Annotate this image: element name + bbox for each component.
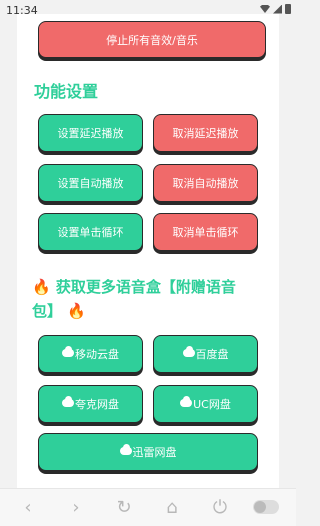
content-card: 停止所有音效/音乐 功能设置 设置延迟播放 取消延迟播放 设置自动播放 取消自动… xyxy=(17,14,279,488)
more-voice-title-line1: 获取更多语音盒【附赠语音 xyxy=(55,278,236,296)
more-voice-title: 🔥 获取更多语音盒【附赠语音 包】 🔥 xyxy=(32,275,272,323)
cloud-icon xyxy=(62,346,74,357)
home-icon[interactable]: ⌂ xyxy=(161,497,183,519)
xunlei-button[interactable]: 迅雷网盘 xyxy=(38,433,258,471)
set-delay-button[interactable]: 设置延迟播放 xyxy=(38,114,143,152)
quark-button[interactable]: 夸克网盘 xyxy=(38,385,143,423)
signal-icon xyxy=(273,4,282,14)
more-voice-title-line2: 包】 xyxy=(32,302,63,320)
stop-all-button[interactable]: 停止所有音效/音乐 xyxy=(38,21,266,58)
cancel-auto-button[interactable]: 取消自动播放 xyxy=(153,164,258,202)
refresh-icon[interactable]: ↻ xyxy=(113,497,135,519)
cloud-icon xyxy=(182,346,195,357)
fire-icon: 🔥 xyxy=(67,302,86,320)
cloud-icon xyxy=(62,396,74,407)
cancel-loop-button[interactable]: 取消单击循环 xyxy=(153,213,258,251)
status-icons xyxy=(260,4,291,14)
cloud-icon xyxy=(180,396,193,407)
uc-label: UC网盘 xyxy=(193,398,231,411)
baidu-label: 百度盘 xyxy=(195,348,229,361)
fire-icon: 🔥 xyxy=(32,278,51,296)
mobile-cloud-button[interactable]: 移动云盘 xyxy=(38,335,143,373)
battery-icon xyxy=(285,4,291,14)
xunlei-label: 迅雷网盘 xyxy=(132,446,177,459)
wifi-icon xyxy=(260,5,270,13)
set-loop-button[interactable]: 设置单击循环 xyxy=(38,213,143,251)
forward-icon[interactable]: › xyxy=(65,497,87,519)
quark-label: 夸克网盘 xyxy=(75,398,119,411)
mobile-cloud-label: 移动云盘 xyxy=(75,348,119,361)
settings-title: 功能设置 xyxy=(34,82,99,101)
baidu-button[interactable]: 百度盘 xyxy=(153,335,258,373)
mode-toggle[interactable] xyxy=(253,500,279,514)
back-icon[interactable]: ‹ xyxy=(17,497,39,519)
cloud-icon xyxy=(119,444,132,455)
browser-bottom-nav: ‹ › ↻ ⌂ ⏻ xyxy=(0,488,296,526)
cancel-delay-button[interactable]: 取消延迟播放 xyxy=(153,114,258,152)
power-icon[interactable]: ⏻ xyxy=(209,497,231,519)
set-auto-button[interactable]: 设置自动播放 xyxy=(38,164,143,202)
uc-button[interactable]: UC网盘 xyxy=(153,385,258,423)
